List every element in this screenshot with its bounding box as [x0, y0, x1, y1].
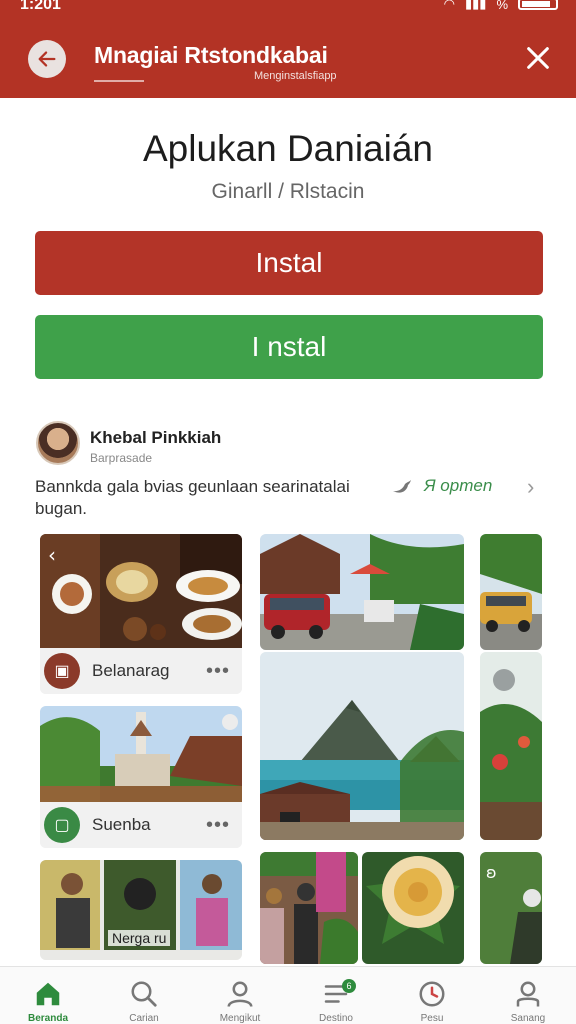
post-author[interactable]: Khebal Pinkkiah [90, 428, 221, 448]
share-button[interactable]: Я opmen [390, 474, 492, 498]
person-icon [227, 981, 253, 1007]
bird-icon [393, 480, 411, 493]
nav-item-search[interactable]: Carian [96, 967, 192, 1024]
header-subtitle: Menginstalsfiapp [254, 70, 337, 82]
photo-tile[interactable] [480, 652, 542, 840]
clock-icon [419, 981, 445, 1007]
food-photo: ‹ [40, 534, 242, 648]
nav-item-following[interactable]: Mengikut [192, 967, 288, 1024]
photo-tile[interactable]: ‹ ▣ Belanarag ••• [40, 534, 242, 694]
car-photo [480, 534, 542, 650]
phone-icon: ▢ [44, 807, 80, 843]
dish-photo [362, 852, 464, 964]
nav-label: Mengikut [219, 1013, 261, 1024]
tile-footer: ▣ Belanarag ••• [40, 648, 242, 694]
street-photo [260, 534, 464, 650]
header-underline [94, 80, 144, 82]
plant-photo [480, 652, 542, 840]
bag-icon: ▣ [44, 653, 80, 689]
close-icon[interactable] [524, 44, 552, 72]
photo-tile[interactable] [260, 852, 358, 964]
install-secondary-button[interactable]: I nstal [35, 315, 543, 379]
photo-tile[interactable]: ▢ Suenba ••• [40, 706, 242, 848]
header-title: Mnagiai Rtstondkabai [94, 42, 328, 68]
wifi-icon: ◠ [443, 0, 455, 11]
battery-icon [518, 0, 558, 10]
bottom-navigation: Beranda Carian Mengikut 6 Destino Pesu S… [0, 966, 576, 1024]
home-icon [36, 982, 60, 1006]
app-subtitle: Ginarll / Rlstacin [211, 180, 365, 203]
share-label: Я opmen [424, 476, 493, 495]
author-avatar[interactable] [36, 421, 80, 465]
nav-label: Destino [319, 1013, 353, 1024]
install-button[interactable]: Instal [35, 231, 543, 295]
market-photo [260, 852, 358, 964]
tile-label: Belanarag [92, 661, 170, 680]
nav-item-profile[interactable]: Sanang [480, 967, 576, 1024]
svg-text:ʚ: ʚ [486, 863, 497, 882]
signal-icon: ▮▮▮ [464, 0, 487, 11]
photo-tile[interactable] [362, 852, 464, 964]
status-bar: 1:201 ◠ ▮▮▮ % [0, 0, 576, 16]
tile-label: Suenba [92, 815, 151, 834]
search-icon [131, 981, 157, 1007]
post-meta: Barprasade [90, 451, 153, 465]
status-time: 1:201 [20, 0, 61, 13]
photo-tile[interactable] [260, 652, 464, 840]
nav-item-destinations[interactable]: 6 Destino [288, 967, 384, 1024]
profile-icon [516, 981, 540, 1007]
screen: 1:201 ◠ ▮▮▮ % Mnagiai Rtstondkabai Mengi… [0, 0, 576, 1024]
arrow-left-icon [38, 51, 56, 67]
photo-tile[interactable]: ʚ [480, 852, 542, 964]
nav-label: Beranda [27, 1013, 68, 1024]
svg-text:‹: ‹ [48, 543, 56, 567]
more-icon[interactable]: ••• [206, 814, 230, 837]
photo-tile[interactable] [480, 534, 542, 650]
app-header: 1:201 ◠ ▮▮▮ % Mnagiai Rtstondkabai Mengi… [0, 0, 576, 98]
nav-label: Sanang [510, 1013, 546, 1024]
back-button[interactable] [28, 40, 66, 78]
nav-label: Pesu [420, 1013, 444, 1024]
notification-badge: 6 [342, 979, 356, 993]
photo-tile[interactable]: Nerga ru [40, 860, 242, 960]
nav-item-messages[interactable]: Pesu [384, 967, 480, 1024]
more-icon[interactable]: ••• [206, 660, 230, 683]
post-text: Bannkda gala bvias geunlaan searinatalai… [35, 477, 350, 518]
tile-label: Nerga ru [108, 930, 171, 946]
mosque-photo [40, 706, 242, 802]
worker-photo: ʚ [480, 852, 542, 964]
status-icons: ◠ ▮▮▮ % [444, 0, 558, 12]
tile-footer: ▢ Suenba ••• [40, 802, 242, 848]
photo-tile[interactable] [260, 534, 464, 650]
signal-text: % [496, 0, 508, 12]
chevron-right-icon[interactable]: › [527, 474, 534, 500]
app-title: Aplukan Daniaián [142, 128, 434, 169]
nav-label: Carian [129, 1013, 159, 1024]
mountain-photo [260, 652, 464, 840]
nav-item-home[interactable]: Beranda [0, 967, 96, 1024]
